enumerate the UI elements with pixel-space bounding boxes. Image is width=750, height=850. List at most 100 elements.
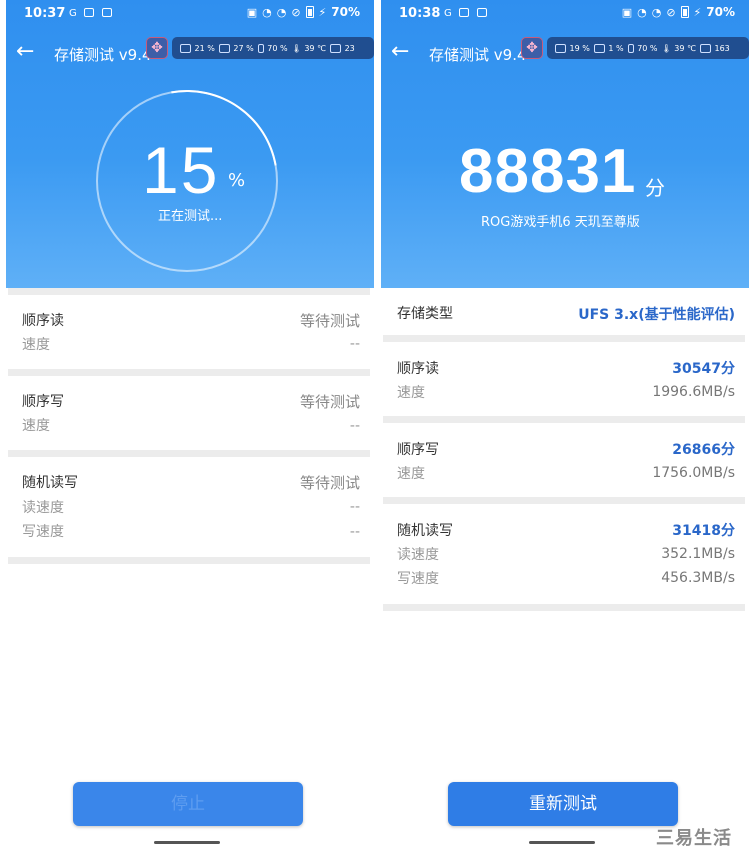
stop-button[interactable]: 停止: [73, 782, 303, 826]
section-divider: [8, 557, 370, 564]
overlay-cpu: 21 %: [180, 43, 215, 53]
battery-icon: [680, 6, 689, 18]
test-header: 10:37 G ▣ ◔ ◔ ⊘ ⚡ 70% ← 存储测试 v9.4 ✥ 21 %…: [6, 0, 374, 308]
overlay-fps: 23: [330, 43, 355, 53]
section-divider: [383, 335, 745, 342]
status-time: 10:37: [24, 6, 66, 21]
hd-icon: ▣: [621, 5, 633, 19]
cpu-icon: [180, 43, 191, 53]
progress-unit: %: [228, 170, 246, 191]
wifi-icon: ◔: [276, 5, 287, 19]
watermark: 三易生活: [656, 828, 732, 849]
overlay-gpu: 1 %: [593, 43, 624, 53]
overlay-temp: 🌡 39 ℃: [661, 43, 696, 53]
seq-read-speed-label: 速度: [397, 385, 425, 401]
section-divider: [383, 497, 745, 504]
seq-read-speed-value: 1996.6MB/s: [652, 384, 735, 400]
seq-write-status: 等待测试: [299, 393, 360, 411]
status-time: 10:38: [399, 6, 441, 21]
progress-label: 正在测试...: [158, 209, 223, 224]
section-divider: [383, 604, 745, 611]
random-score: 31418分: [672, 523, 735, 539]
seq-write-speed-label: 速度: [22, 418, 50, 434]
seq-write-speed-value: 1756.0MB/s: [652, 465, 735, 481]
section-divider: [8, 369, 370, 376]
gamepad-icon: [477, 8, 487, 17]
performance-overlay[interactable]: 21 % 27 % 70 % 🌡 39 ℃ 23: [172, 37, 374, 59]
battery-percent: 70%: [331, 5, 360, 19]
battery-icon: [627, 43, 634, 53]
results-list: 存储类型 UFS 3.x(基于性能评估) 顺序读 30547分 速度 1996.…: [381, 288, 749, 850]
thermometer-icon: 🌡: [291, 43, 302, 53]
thermometer-icon: 🌡: [661, 43, 672, 53]
section-divider: [8, 288, 370, 295]
random-read-label: 读速度: [397, 547, 439, 563]
results-list: 顺序读 等待测试 速度 -- 顺序写 等待测试 速度 -- 随机读写 等待测试 …: [6, 288, 374, 850]
seq-write-speed-value: --: [349, 418, 360, 434]
fps-icon: [699, 43, 711, 53]
charging-icon: ⚡: [693, 5, 702, 19]
overlay-cpu: 19 %: [555, 43, 590, 53]
storage-type-label: 存储类型: [397, 306, 453, 322]
gpu-icon: [593, 43, 605, 53]
battery-percent: 70%: [706, 5, 735, 19]
score-header: 10:38 G ▣ ◔ ◔ ⊘ ⚡ 70% ← 存储测试 v9.4 ✥ 19 %…: [381, 0, 749, 288]
overlay-fps: 163: [699, 43, 730, 53]
random-title: 随机读写: [397, 523, 453, 539]
progress-value: 15: [142, 133, 220, 207]
seq-write-title: 顺序写: [397, 442, 439, 458]
random-read-label: 读速度: [22, 500, 64, 516]
mute-icon: ⊘: [291, 5, 301, 19]
google-icon: G: [69, 8, 77, 19]
seq-read-speed-value: --: [349, 336, 360, 352]
performance-overlay[interactable]: 19 % 1 % 70 % 🌡 39 ℃ 163: [547, 37, 749, 59]
retest-button[interactable]: 重新测试: [448, 782, 678, 826]
overlay-battery: 70 %: [627, 43, 658, 53]
seq-read-speed-label: 速度: [22, 337, 50, 353]
overlay-gpu: 27 %: [218, 43, 254, 53]
wifi-icon: ◔: [262, 5, 272, 19]
screen-separator: [374, 0, 381, 850]
random-status: 等待测试: [299, 474, 360, 492]
status-icons: ▣ ◔ ◔ ⊘ ⚡ 70%: [247, 5, 360, 19]
overlay-battery: 70 %: [257, 43, 288, 53]
left-screen: 10:37 G ▣ ◔ ◔ ⊘ ⚡ 70% ← 存储测试 v9.4 ✥ 21 %…: [6, 0, 374, 850]
battery-icon: [305, 6, 314, 18]
wifi-icon: ◔: [651, 5, 662, 19]
status-bar: 10:38 G ▣ ◔ ◔ ⊘ ⚡ 70%: [381, 0, 749, 28]
score-unit: 分: [645, 176, 665, 200]
seq-write-score: 26866分: [672, 442, 735, 458]
home-indicator[interactable]: [154, 841, 220, 844]
seq-read-score: 30547分: [672, 361, 735, 377]
section-divider: [8, 450, 370, 457]
random-write-label: 写速度: [397, 571, 439, 587]
page-title: 存储测试 v9.4: [429, 46, 527, 64]
back-arrow-icon[interactable]: ←: [391, 38, 409, 66]
mute-icon: ⊘: [666, 5, 676, 19]
gallery-icon: [459, 8, 469, 17]
google-icon: G: [444, 8, 452, 19]
app-bar: ← 存储测试 v9.4 ✥ 19 % 1 % 70 % 🌡 39 ℃ 163: [381, 32, 749, 74]
move-icon[interactable]: ✥: [521, 37, 543, 59]
wifi-icon: ◔: [637, 5, 647, 19]
seq-write-title: 顺序写: [22, 394, 64, 410]
overlay-temp: 🌡 39 ℃: [291, 43, 327, 53]
status-icons: ▣ ◔ ◔ ⊘ ⚡ 70%: [622, 5, 735, 19]
seq-write-speed-label: 速度: [397, 466, 425, 482]
move-icon[interactable]: ✥: [146, 37, 168, 59]
seq-read-title: 顺序读: [397, 361, 439, 377]
random-write-value: --: [349, 524, 360, 540]
cpu-icon: [555, 43, 566, 53]
right-screen: 10:38 G ▣ ◔ ◔ ⊘ ⚡ 70% ← 存储测试 v9.4 ✥ 19 %…: [381, 0, 749, 850]
device-name: ROG游戏手机6 天玑至尊版: [481, 215, 640, 230]
home-indicator[interactable]: [529, 841, 595, 844]
back-arrow-icon[interactable]: ←: [16, 38, 34, 66]
section-divider: [383, 416, 745, 423]
charging-icon: ⚡: [318, 5, 327, 19]
status-bar: 10:37 G ▣ ◔ ◔ ⊘ ⚡ 70%: [6, 0, 374, 28]
battery-icon: [257, 43, 264, 53]
seq-read-title: 顺序读: [22, 313, 64, 329]
random-read-value: 352.1MB/s: [661, 546, 735, 562]
seq-read-status: 等待测试: [299, 312, 360, 330]
random-title: 随机读写: [22, 475, 78, 491]
